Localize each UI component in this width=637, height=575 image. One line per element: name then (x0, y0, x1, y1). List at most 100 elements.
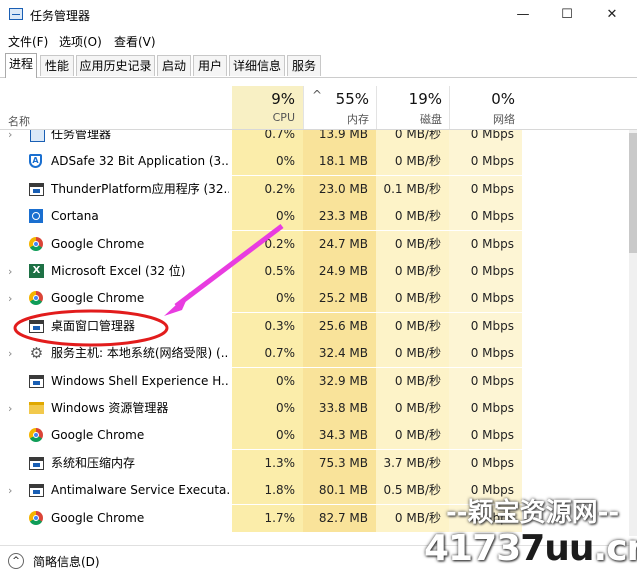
menu-view[interactable]: 查看(V) (114, 33, 156, 50)
expand-chevron-icon[interactable]: › (8, 395, 12, 422)
watermark-url-part1: 4173 (424, 528, 521, 569)
process-network: 0 Mbps (449, 130, 522, 148)
process-name: 系统和压缩内存 (51, 455, 136, 470)
column-cpu-header[interactable]: 9% CPU (232, 86, 303, 129)
cpu-label: CPU (272, 111, 295, 124)
process-name: Google Chrome (51, 236, 145, 251)
process-cpu: 0.5% (232, 258, 303, 285)
tab-services[interactable]: 服务 (287, 55, 321, 76)
expand-chevron-icon[interactable]: › (8, 285, 12, 312)
process-disk: 0 MB/秒 (376, 340, 449, 368)
memory-total: 55% (335, 90, 369, 108)
process-list: › 任务管理器 0.7% 13.9 MB 0 MB/秒 0 Mbps A ADSafe 32 … (0, 130, 630, 536)
process-disk: 3.7 MB/秒 (376, 449, 449, 477)
menu-file[interactable]: 文件(F) (8, 33, 48, 50)
process-row[interactable]: Google Chrome 0% 34.3 MB 0 MB/秒 0 Mbps (0, 422, 630, 450)
process-memory: 32.9 MB (303, 367, 376, 395)
process-memory: 34.3 MB (303, 422, 376, 450)
app-window-icon (29, 456, 44, 471)
process-disk: 0.5 MB/秒 (376, 477, 449, 505)
process-row[interactable]: › Google Chrome 0% 25.2 MB 0 MB/秒 0 Mbps (0, 285, 630, 313)
minimize-button[interactable]: — (503, 3, 543, 27)
disk-label: 磁盘 (420, 113, 442, 126)
watermark-url-part3: .cn (593, 528, 637, 569)
process-cpu: 0% (232, 395, 303, 422)
process-disk: 0 MB/秒 (376, 148, 449, 176)
process-name: ADSafe 32 Bit Application (3... (51, 154, 229, 169)
memory-label: 内存 (347, 113, 369, 126)
chevron-up-icon[interactable]: ^ (8, 553, 24, 569)
process-row[interactable]: Google Chrome 0.2% 24.7 MB 0 MB/秒 0 Mbps (0, 230, 630, 258)
process-memory: 25.2 MB (303, 285, 376, 313)
process-memory: 82.7 MB (303, 504, 376, 532)
fewer-details-link[interactable]: 简略信息(D) (33, 553, 100, 570)
process-network: 0 Mbps (449, 258, 522, 285)
process-network: 0 Mbps (449, 175, 522, 203)
column-memory-header[interactable]: ^ 55% 内存 (303, 86, 377, 129)
process-name: 任务管理器 (51, 130, 112, 141)
process-row[interactable]: 桌面窗口管理器 0.3% 25.6 MB 0 MB/秒 0 Mbps (0, 312, 630, 340)
process-memory: 24.9 MB (303, 258, 376, 285)
process-memory: 25.6 MB (303, 312, 376, 340)
process-cpu: 1.7% (232, 504, 303, 532)
process-name: 桌面窗口管理器 (51, 318, 136, 333)
process-row[interactable]: ThunderPlatform应用程序 (32... 0.2% 23.0 MB 0.1… (0, 175, 630, 203)
process-memory: 24.7 MB (303, 230, 376, 258)
network-label: 网络 (493, 113, 515, 126)
column-network-header[interactable]: 0% 网络 (449, 86, 523, 129)
chrome-icon (29, 236, 44, 252)
process-cpu: 0.2% (232, 230, 303, 258)
process-disk: 0 MB/秒 (376, 258, 449, 285)
process-row[interactable]: Windows Shell Experience H... 0% 32.9 MB 0 … (0, 367, 630, 395)
process-disk: 0 MB/秒 (376, 422, 449, 450)
process-row[interactable]: A ADSafe 32 Bit Application (3... 0% 18.1 M… (0, 148, 630, 176)
column-name-header[interactable]: 名称 (8, 113, 30, 129)
task-manager-app-icon (9, 8, 23, 20)
title-bar: 任务管理器 — ☐ ✕ (0, 0, 637, 30)
process-network: 0 Mbps (449, 422, 522, 450)
column-disk-header[interactable]: 19% 磁盘 (376, 86, 450, 129)
process-memory: 80.1 MB (303, 477, 376, 505)
tab-app-history[interactable]: 应用历史记录 (76, 55, 155, 76)
chrome-icon (29, 291, 44, 306)
menu-options[interactable]: 选项(O) (59, 33, 102, 50)
tab-details[interactable]: 详细信息 (229, 55, 285, 76)
tab-processes[interactable]: 进程 (5, 53, 37, 78)
tab-startup[interactable]: 启动 (157, 55, 191, 76)
tab-performance[interactable]: 性能 (40, 55, 74, 76)
process-network: 0 Mbps (449, 285, 522, 313)
process-network: 0 Mbps (449, 312, 522, 340)
process-disk: 0 MB/秒 (376, 130, 449, 148)
process-cpu: 0% (232, 422, 303, 450)
scrollbar-thumb[interactable] (629, 133, 637, 253)
process-row[interactable]: Cortana 0% 23.3 MB 0 MB/秒 0 Mbps (0, 203, 630, 231)
expand-chevron-icon[interactable]: › (8, 258, 12, 285)
process-row[interactable]: 系统和压缩内存 1.3% 75.3 MB 3.7 MB/秒 0 Mbps (0, 449, 630, 477)
process-memory: 23.0 MB (303, 175, 376, 203)
process-row[interactable]: › Windows 资源管理器 0% 33.8 MB 0 MB/秒 0 Mbps (0, 395, 630, 422)
process-name: ThunderPlatform应用程序 (32... (51, 181, 229, 196)
adsafe-icon: A (29, 154, 44, 169)
app-window-icon (29, 182, 44, 197)
process-cpu: 1.8% (232, 477, 303, 505)
expand-chevron-icon[interactable]: › (8, 130, 12, 148)
app-window-icon (29, 483, 44, 498)
process-row[interactable]: › 任务管理器 0.7% 13.9 MB 0 MB/秒 0 Mbps (0, 130, 630, 148)
expand-chevron-icon[interactable]: › (8, 477, 12, 504)
process-cpu: 0.7% (232, 340, 303, 368)
tab-users[interactable]: 用户 (193, 55, 227, 76)
maximize-button[interactable]: ☐ (547, 3, 587, 27)
process-name: Windows 资源管理器 (51, 401, 169, 415)
process-row[interactable]: › ⚙ 服务主机: 本地系统(网络受限) (... 0.7% 32.4 MB 0 MB/秒… (0, 340, 630, 368)
process-disk: 0 MB/秒 (376, 312, 449, 340)
process-cpu: 0.3% (232, 312, 303, 340)
expand-chevron-icon[interactable]: › (8, 340, 12, 367)
disk-total: 19% (408, 90, 442, 108)
process-disk: 0 MB/秒 (376, 230, 449, 258)
process-name: Google Chrome (51, 510, 145, 525)
process-row[interactable]: › X Microsoft Excel (32 位) 0.5% 24.9 MB 0 MB/… (0, 258, 630, 285)
folder-icon (29, 401, 44, 416)
close-button[interactable]: ✕ (592, 3, 632, 27)
process-name: Google Chrome (51, 291, 145, 306)
process-network: 0 Mbps (449, 203, 522, 231)
